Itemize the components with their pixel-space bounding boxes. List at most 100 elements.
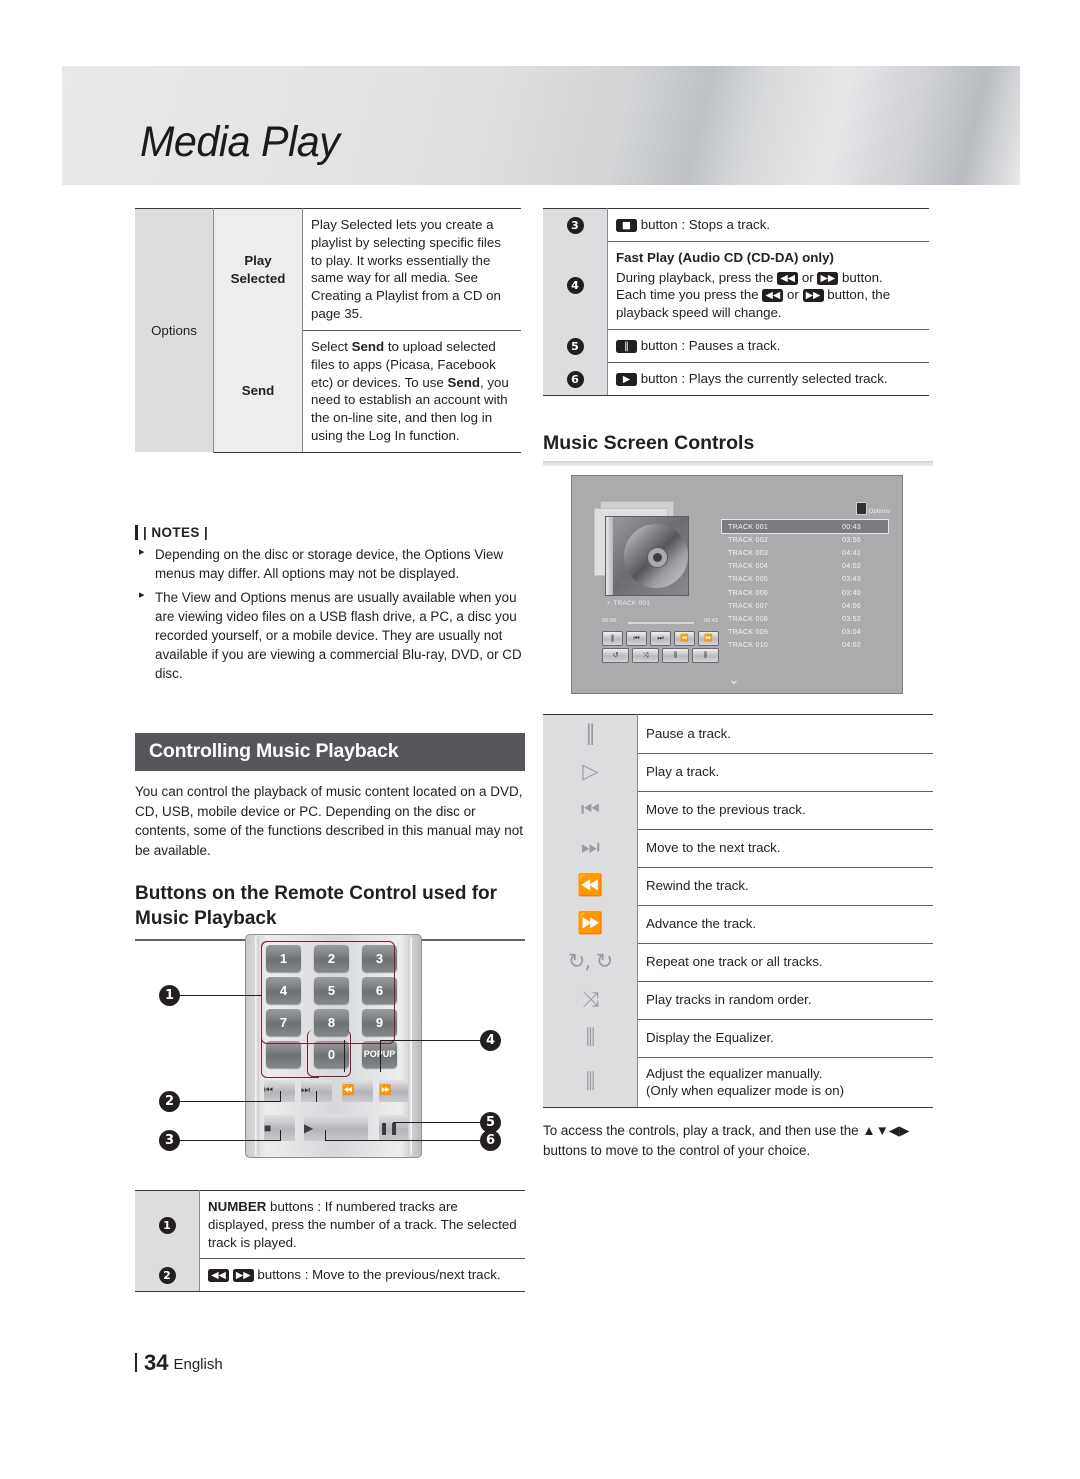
screen-equalizer-manual-button[interactable]: ⫼ [692,648,719,663]
callout-3-leader-v [280,1130,282,1141]
options-table: Options Play Selected Play Selected lets… [135,208,521,453]
track-time: 04:02 [842,562,862,571]
callout-2: 2 [159,1091,180,1112]
track-list-item[interactable]: TRACK 001 00:43 [721,518,889,535]
pause-icon: ‖ [616,340,637,354]
track-name: TRACK 007 [728,601,769,610]
control-icon-cell: ⫼ [543,1057,638,1109]
screen-advance-button[interactable]: ⏩ [698,631,719,646]
playback-row-num: 4 [543,241,608,330]
send-desc: Select Send to upload selected files to … [302,330,521,453]
play-icon: ▶ [616,372,637,386]
track-list-item[interactable]: TRACK 009 03:04 [722,626,888,639]
options-label-cell: Options [135,208,214,453]
callout-5-leader [393,1122,480,1124]
remote-row-desc: ◀◀ ▶▶ buttons : Move to the previous/nex… [199,1258,525,1293]
control-desc-cell: Pause a track. [637,714,933,754]
remote-fastforward-button[interactable]: ⏩ [379,1080,410,1102]
remote-control-diagram: 1 2 3 4 5 6 7 8 9 0 POPUP ⏮ ⏭ ⏪ ⏩ ■ ▶ ❚❚… [135,930,525,1165]
remote-pause-button[interactable]: ❚❚ [379,1115,410,1141]
album-case [605,516,689,596]
pause-icon: ‖ [585,721,595,746]
screen-pause-button[interactable]: ‖ [602,631,623,646]
callout-1: 1 [159,985,180,1006]
control-icon-cell: ⫼ [543,1019,638,1057]
keypad-highlight-main [261,941,395,1044]
track-name: TRACK 003 [728,548,769,557]
screen-shuffle-button[interactable]: ⤨ [632,648,659,663]
screen-repeat-button[interactable]: ↺ [602,648,629,663]
fast-play-heading: Fast Play (Audio CD (CD-DA) only) [616,249,834,265]
fast-play-line1: During playback, press the ◀◀ or ▶▶ butt… [616,269,883,285]
callout-4-leader [380,1040,480,1042]
note-item: Depending on the disc or storage device,… [135,545,525,583]
playback-row-desc: ■ button : Stops a track. [607,208,929,242]
playback-row-desc: ▶ button : Plays the currently selected … [607,362,929,396]
controls-reference-table: ‖ Pause a track. ▷ Play a track. ⏮ Move to th… [543,714,933,1109]
track-list-item[interactable]: TRACK 008 03:52 [722,612,888,625]
notes-list: Depending on the disc or storage device,… [135,545,525,683]
remote-button-table: 1 NUMBER buttons : If numbered tracks ar… [135,1189,525,1293]
page-number: 34 [144,1350,169,1375]
control-desc-cell: Advance the track. [637,905,933,944]
previous-icon: ⏮ [581,797,600,822]
music-screen-mockup: TRACK 001 00:09 00:43 ‖ ⏮ ⏭ ⏪ ⏩ ↺ ⤨ ⫼ ⫼ … [571,475,903,694]
page-title: Media Play [140,118,340,166]
now-playing-label: TRACK 001 [607,600,650,607]
screen-next-button[interactable]: ⏭ [650,631,671,646]
track-time: 04:02 [842,641,862,650]
track-list-item[interactable]: TRACK 010 04:02 [722,639,888,652]
options-button[interactable]: Options [855,502,890,515]
transport-row-1: ‖ ⏮ ⏭ ⏪ ⏩ [602,631,719,646]
control-desc-cell: Play tracks in random order. [637,981,933,1020]
track-name: TRACK 009 [728,628,769,637]
track-name: TRACK 008 [728,614,769,623]
control-desc-cell: Repeat one track or all tracks. [637,943,933,982]
remote-rewind-button[interactable]: ⏪ [342,1080,373,1102]
rewind-icon: ⏪ [577,873,603,898]
playback-row-desc: Fast Play (Audio CD (CD-DA) only) During… [607,241,929,331]
controlling-music-section: Controlling Music Playback You can contr… [135,733,525,941]
track-list-item[interactable]: TRACK 004 04:02 [722,560,888,573]
progress-bar[interactable] [628,622,694,624]
play-selected-desc: Play Selected lets you create a playlist… [302,208,521,331]
direction-arrows-icon: ▲▼◀▶ [862,1123,910,1139]
screen-rewind-button[interactable]: ⏪ [674,631,695,646]
track-name: TRACK 010 [728,641,769,650]
track-name: TRACK 006 [728,588,769,597]
playback-row-num: 3 [543,208,608,242]
play-selected-label: Play Selected [213,208,303,331]
track-list-item[interactable]: TRACK 003 04:41 [722,546,888,559]
send-label: Send [213,330,303,453]
track-name: TRACK 004 [728,562,769,571]
left-column: Options Play Selected Play Selected lets… [135,208,521,453]
track-time: 04:41 [842,548,862,557]
callout-4-leader-v2 [344,1040,346,1072]
controlling-music-paragraph: You can control the playback of music co… [135,784,523,858]
equalizer-icon: ⫼ [585,1025,596,1050]
track-time: 04:06 [842,601,862,610]
progress-row: 00:09 00:43 [602,618,718,627]
control-icon-cell: ⏩ [543,905,638,943]
footer-rule [135,1353,137,1372]
track-list-item[interactable]: TRACK 002 03:56 [722,533,888,546]
track-time: 03:04 [842,628,862,637]
control-icon-cell: ‖ [543,714,638,753]
track-list-item[interactable]: TRACK 007 04:06 [722,599,888,612]
disc-hub [646,546,668,568]
callout-2-leader [180,1101,280,1103]
next-icon: ⏭ [581,835,600,860]
screen-equalizer-button[interactable]: ⫼ [662,648,689,663]
stop-icon: ■ [616,219,637,232]
track-list-item[interactable]: TRACK 005 03:43 [722,573,888,586]
screen-previous-button[interactable]: ⏮ [626,631,647,646]
music-screen-heading-rule [543,461,933,466]
track-time: 00:43 [842,522,862,531]
play-icon: ▷ [582,759,598,784]
callout-1-leader [180,995,262,997]
remote-play-button[interactable]: ▶ [304,1115,368,1141]
playback-row-num: 5 [543,329,608,363]
track-list-item[interactable]: TRACK 006 03:40 [722,586,888,599]
playback-row-num: 6 [543,362,608,396]
chevron-down-icon[interactable]: ⌄ [728,672,740,686]
